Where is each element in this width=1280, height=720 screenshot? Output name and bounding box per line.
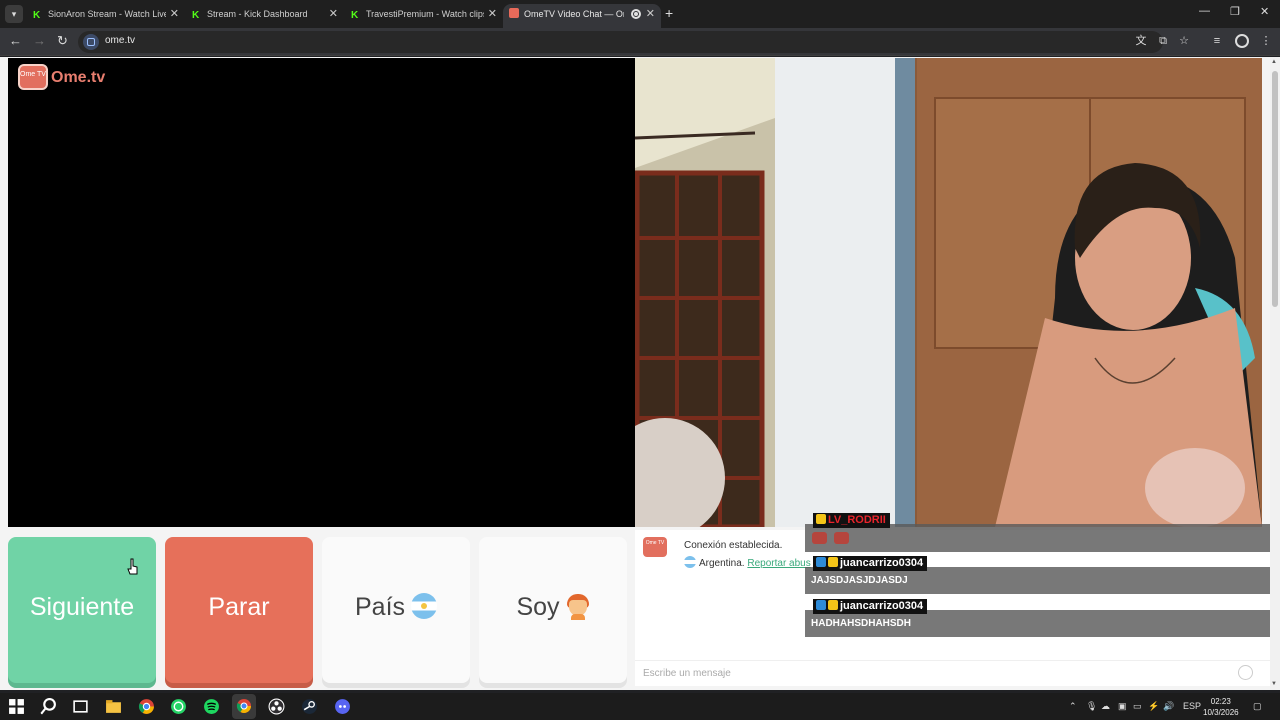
- whatsapp-icon[interactable]: [170, 698, 187, 715]
- taskbar: ⌃ 🎙 ☁ ▣ ▭ ⚡ 🔊 ESP ▢: [0, 693, 1280, 720]
- browser-toolbar: ← → ↻ ome.tv 文 ⧉ ☆ ≡ ⋮: [0, 28, 1280, 56]
- scroll-up-icon[interactable]: ▲: [1271, 59, 1277, 65]
- overlay-message: JAJSDJASJDJASDJ: [811, 575, 908, 586]
- reload-icon[interactable]: ↻: [57, 33, 68, 49]
- close-window-icon[interactable]: ✕: [1260, 5, 1269, 18]
- close-icon[interactable]: ✕: [329, 4, 338, 24]
- chrome-icon[interactable]: [138, 698, 155, 715]
- translate-icon[interactable]: 文: [1134, 34, 1148, 48]
- chat-panel: [635, 530, 1270, 686]
- argentina-flag-icon: [684, 556, 696, 568]
- task-view-icon[interactable]: [72, 698, 89, 715]
- display-icon[interactable]: ▭: [1133, 701, 1142, 712]
- badge-icon: [828, 557, 838, 567]
- report-abuse-link[interactable]: Reportar abus: [747, 558, 810, 569]
- badge-icon: [816, 514, 826, 524]
- overlay-username: LV_RODRII: [813, 513, 890, 528]
- emote-icon: [812, 532, 827, 544]
- local-video: [8, 58, 635, 527]
- badge-icon: [828, 600, 838, 610]
- url-text: ome.tv: [105, 35, 136, 46]
- ometv-logo-icon: Ome TV: [18, 64, 48, 90]
- system-message: Conexión establecida.: [684, 540, 783, 551]
- address-bar[interactable]: ome.tv: [78, 31, 1163, 53]
- tab-travestipremium[interactable]: K TravestiPremium - Watch clips c ✕: [345, 4, 503, 28]
- ometv-icon: [509, 8, 519, 18]
- emoji-icon[interactable]: [1238, 665, 1253, 680]
- clock-time: 02:23: [1210, 697, 1231, 706]
- site-info-icon[interactable]: [83, 34, 99, 50]
- tab-kick-dashboard[interactable]: K Stream - Kick Dashboard ✕: [186, 4, 344, 28]
- search-icon[interactable]: [40, 698, 57, 715]
- kick-icon: K: [351, 10, 359, 21]
- overlay-username: juancarrizo0304: [813, 556, 928, 571]
- profile-avatar[interactable]: [1235, 34, 1249, 48]
- system-clock[interactable]: 02:23 10/3/2026: [1203, 696, 1239, 718]
- stop-button[interactable]: Parar: [165, 537, 313, 683]
- tab-search-button[interactable]: ▾: [5, 5, 23, 23]
- scrollbar[interactable]: ▲ ▼: [1270, 57, 1280, 690]
- boy-emoji-icon: [566, 594, 590, 620]
- new-tab-button[interactable]: +: [665, 5, 673, 21]
- gender-button[interactable]: Soy: [479, 537, 627, 683]
- bookmark-star-icon[interactable]: ☆: [1177, 34, 1191, 48]
- close-icon[interactable]: ✕: [488, 4, 497, 24]
- tab-ometv[interactable]: OmeTV Video Chat — Ome ✕: [503, 4, 661, 28]
- badge-icon: [816, 600, 826, 610]
- volume-icon[interactable]: 🔊: [1163, 701, 1174, 712]
- close-icon[interactable]: ✕: [646, 4, 655, 24]
- restore-icon[interactable]: ❐: [1230, 5, 1240, 18]
- notification-icon[interactable]: ▢: [1253, 701, 1262, 712]
- steam-icon[interactable]: [301, 698, 318, 715]
- language-indicator[interactable]: ESP: [1183, 701, 1201, 711]
- mouse-cursor-icon: [127, 558, 138, 575]
- ometv-chat-avatar: Ome TV: [643, 537, 667, 557]
- tab-strip: ▾ K SionAron Stream - Watch Live c ✕ K Str…: [0, 0, 1280, 28]
- overlay-username: juancarrizo0304: [813, 599, 928, 614]
- badge-icon: [816, 557, 826, 567]
- discord-like-app-icon[interactable]: [334, 698, 351, 715]
- scroll-down-icon[interactable]: ▼: [1271, 681, 1277, 687]
- back-icon[interactable]: ←: [9, 33, 22, 48]
- clock-date: 10/3/2026: [1203, 708, 1239, 717]
- cast-icon[interactable]: ⧉: [1156, 34, 1170, 48]
- spotify-icon[interactable]: [203, 698, 220, 715]
- emote-icon: [834, 532, 849, 544]
- microphone-icon[interactable]: 🎙: [1086, 701, 1097, 712]
- obs-icon[interactable]: [268, 698, 285, 715]
- chrome-taskbar-active[interactable]: [232, 694, 256, 719]
- overlay-message: HADHAHSDHAHSDH: [811, 618, 911, 629]
- windows-start-icon[interactable]: [8, 698, 25, 715]
- argentina-flag-icon: [411, 593, 438, 619]
- country-button[interactable]: País: [322, 537, 470, 683]
- kick-icon: K: [33, 10, 41, 21]
- onedrive-icon[interactable]: ☁: [1101, 701, 1110, 712]
- minimize-icon[interactable]: —: [1199, 5, 1210, 17]
- close-icon[interactable]: ✕: [170, 4, 179, 24]
- menu-icon[interactable]: ⋮: [1259, 34, 1273, 48]
- webcam-feed-image: [635, 58, 1262, 527]
- divider: [635, 660, 1270, 661]
- chrome-icon: [236, 699, 251, 713]
- gender-label: Soy: [516, 593, 560, 621]
- recording-icon: [631, 9, 641, 19]
- scroll-thumb[interactable]: [1272, 71, 1278, 307]
- kick-icon: K: [192, 10, 200, 21]
- forward-icon[interactable]: →: [33, 33, 46, 48]
- network-icon[interactable]: ▣: [1118, 701, 1127, 712]
- chat-input[interactable]: Escribe un mensaje: [643, 668, 731, 679]
- file-explorer-icon[interactable]: [105, 698, 122, 715]
- country-label: País: [354, 593, 406, 621]
- partner-country: Argentina. Reportar abus: [684, 556, 811, 569]
- media-controls-icon[interactable]: ≡: [1210, 34, 1224, 48]
- remote-video: [635, 58, 1262, 527]
- usb-icon[interactable]: ⚡: [1148, 701, 1159, 712]
- tab-sionaron-stream[interactable]: K SionAron Stream - Watch Live c ✕: [27, 4, 185, 28]
- show-hidden-icons-icon[interactable]: ⌃: [1069, 701, 1077, 712]
- overlay-message-bg: [805, 524, 1270, 552]
